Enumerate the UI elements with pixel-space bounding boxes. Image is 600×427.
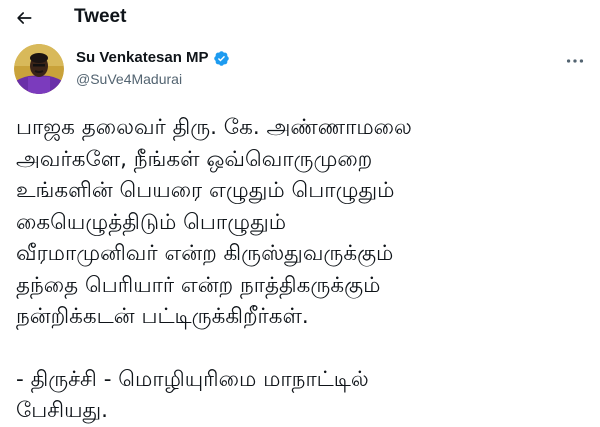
verified-badge-icon <box>213 50 229 66</box>
more-horizontal-icon[interactable] <box>564 50 586 72</box>
tweet-line: கையெழுத்திடும் பொழுதும் <box>16 209 287 235</box>
tweet-line: அவர்களே, நீங்கள் ஒவ்வொருமுறை <box>16 146 373 172</box>
author-info: Su Venkatesan MP @SuVe4Madurai <box>76 48 230 89</box>
avatar[interactable] <box>14 44 64 94</box>
author-row: Su Venkatesan MP @SuVe4Madurai <box>14 44 586 96</box>
author-handle[interactable]: @SuVe4Madurai <box>76 69 230 89</box>
tweet-line: உங்களின் பெயரை எழுதும் பொழுதும் <box>16 178 395 203</box>
profile-photo-icon <box>14 44 64 94</box>
tweet-line: நன்றிக்கடன் பட்டிருக்கிறீர்கள். <box>16 304 309 329</box>
tweet-line: பாஜக தலைவர் திரு. கே. அண்ணாமலை <box>16 115 412 140</box>
author-name: Su Venkatesan MP <box>76 49 209 66</box>
tweet-line: - திருச்சி - மொழியுரிமை மாநாட்டில் <box>16 366 369 392</box>
tweet-line: வீரமாமுனிவர் என்ற கிருஸ்துவருக்கும் <box>16 241 394 266</box>
tweet-text: பாஜக தலைவர் திரு. கே. அண்ணாமலை அவர்களே, … <box>16 112 591 427</box>
tweet-header: Tweet <box>0 0 600 36</box>
page-title: Tweet <box>74 6 127 27</box>
back-arrow-icon[interactable] <box>14 8 34 28</box>
tweet-line: தந்தை பெரியார் என்ற நாத்திகருக்கும் <box>16 272 381 298</box>
author-name-link[interactable]: Su Venkatesan MP <box>76 48 230 68</box>
